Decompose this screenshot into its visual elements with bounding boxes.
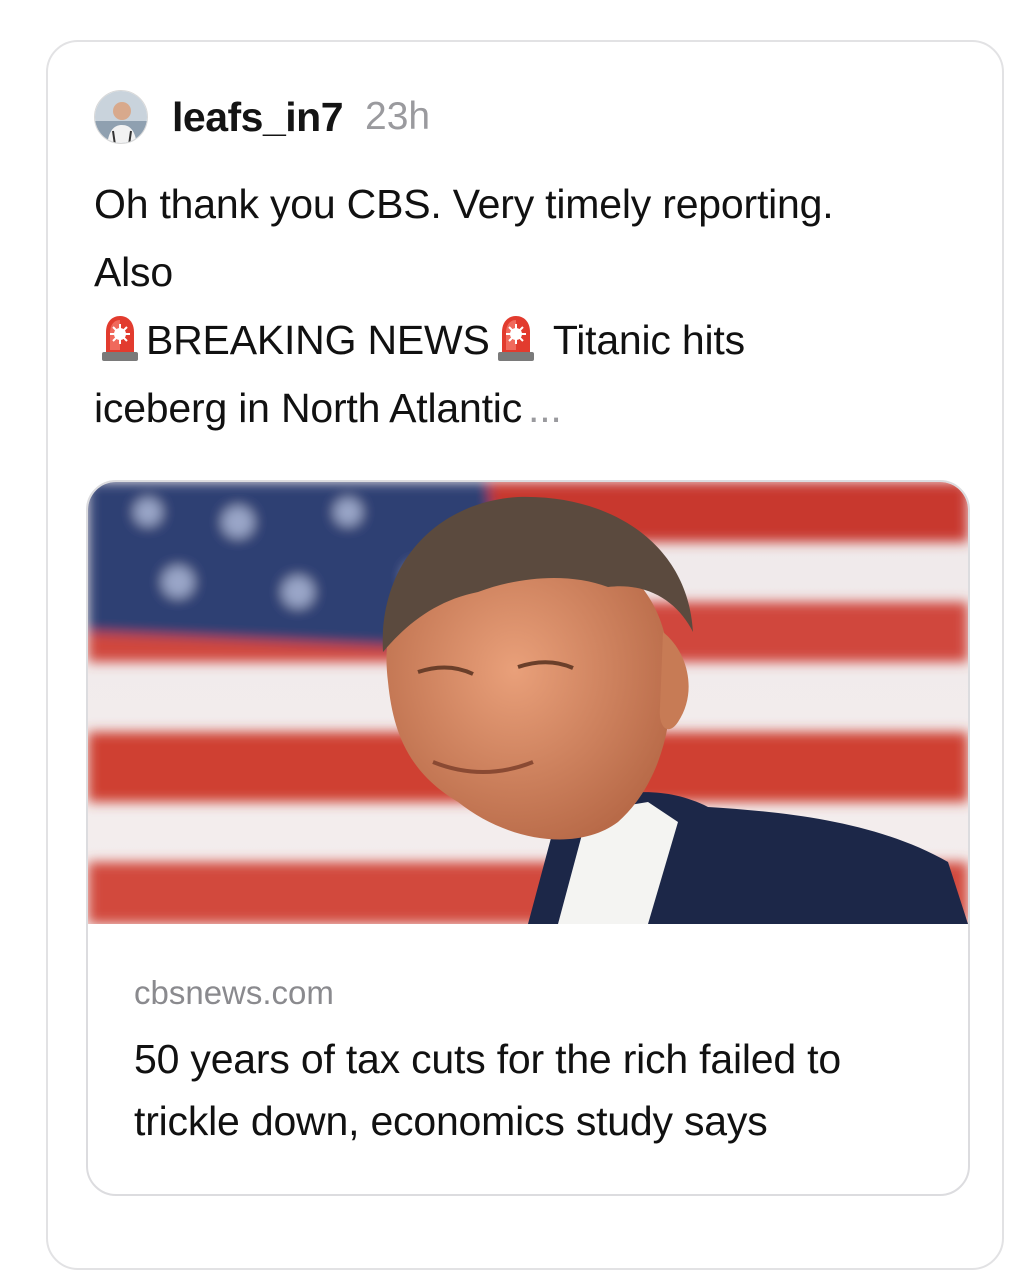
post-text-line-last: iceberg in North Atlantic... [94, 374, 974, 442]
avatar-image [95, 91, 147, 143]
post-text-tail: Titanic hits [552, 317, 745, 363]
timestamp[interactable]: 23h [365, 95, 430, 139]
post-text-line-breaking: BREAKING NEWS Titanic hits [94, 306, 974, 374]
breaking-news-label: BREAKING NEWS [146, 317, 490, 363]
post-card[interactable]: leafs_in7 23h Oh thank you CBS. Very tim… [46, 40, 1004, 1270]
post-text-line: iceberg in North Atlantic [94, 385, 523, 431]
post-text-line: Oh thank you CBS. Very timely reporting. [94, 181, 834, 227]
username[interactable]: leafs_in7 [172, 94, 344, 141]
link-preview-image[interactable] [88, 482, 968, 924]
news-photo-icon [88, 482, 968, 924]
link-title[interactable]: 50 years of tax cuts for the rich failed… [134, 1028, 934, 1152]
post-text-line: Also [94, 249, 173, 295]
police-siren-icon [494, 312, 538, 362]
link-preview-card[interactable]: cbsnews.com 50 years of tax cuts for the… [86, 480, 970, 1196]
more-indicator[interactable]: ... [528, 385, 562, 431]
link-domain: cbsnews.com [134, 974, 334, 1011]
post-body: Oh thank you CBS. Very timely reporting.… [94, 170, 974, 442]
police-siren-icon [98, 312, 142, 362]
avatar[interactable] [94, 90, 148, 144]
post-header: leafs_in7 23h [94, 88, 430, 146]
